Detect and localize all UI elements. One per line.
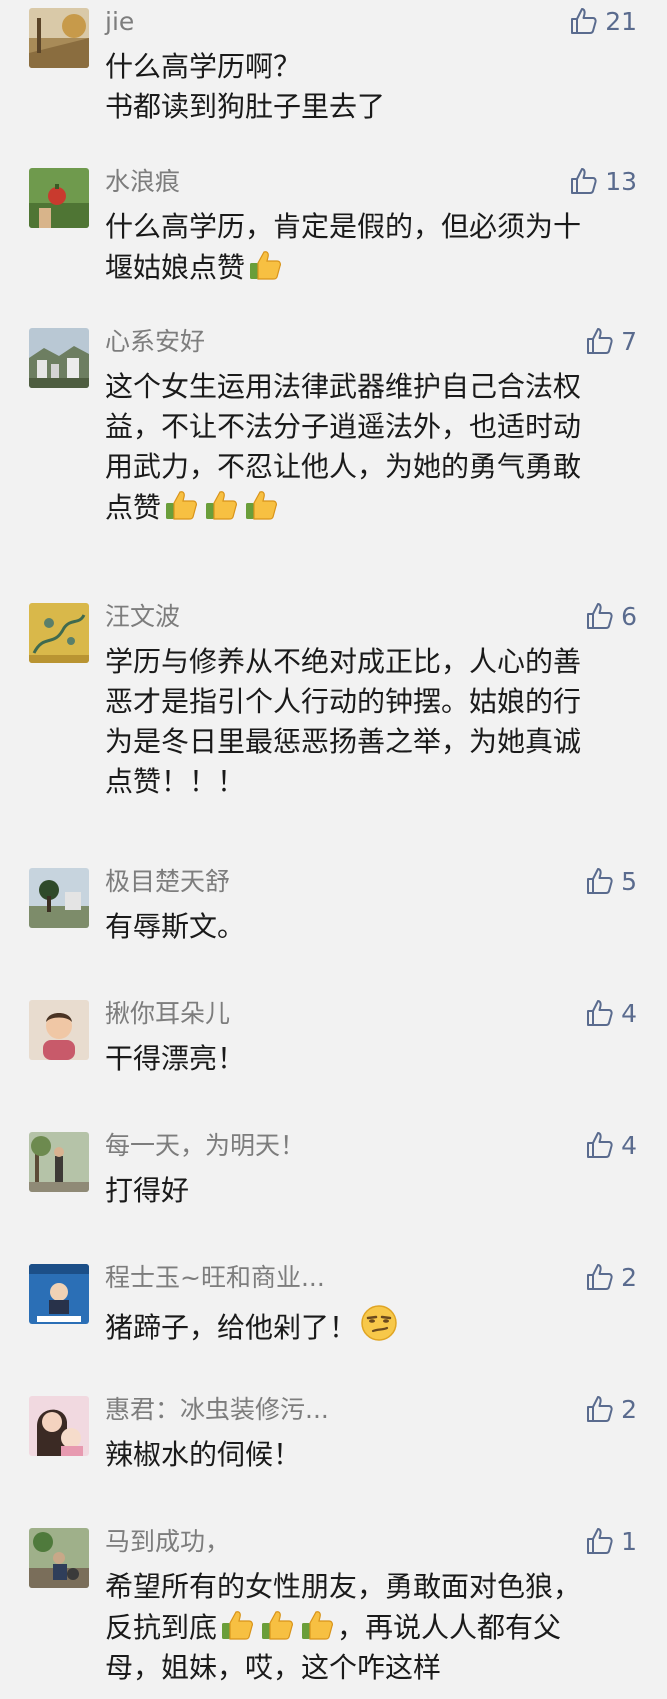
avatar[interactable] — [29, 1000, 89, 1060]
nickname[interactable]: 揪你耳朵儿 — [105, 998, 230, 1030]
like-button[interactable]: 7 — [585, 324, 637, 358]
comment-item: 汪文波 6 学历与修养从不绝对成正比，人心的善 恶才是指引个人行动的钟摆。姑娘的… — [0, 595, 667, 835]
comment-text: 什么高学历啊？ 书都读到狗肚子里去了 — [105, 47, 640, 127]
comment-line: 学历与修养从不绝对成正比，人心的善 — [105, 645, 582, 678]
comment-text: 希望所有的女性朋友，勇敢面对色狼， 反抗到底 ，再说人人都有父 母，姐妹，哎，这个… — [105, 1567, 640, 1688]
comment-line: 恶才是指引个人行动的钟摆。姑娘的行 — [105, 685, 582, 718]
nickname[interactable]: 极目楚天舒 — [105, 866, 230, 898]
like-count: 4 — [621, 998, 637, 1028]
comment-item: 揪你耳朵儿 4 干得漂亮！ — [0, 992, 667, 1112]
comment-text: 什么高学历，肯定是假的，但必须为十 堰姑娘点赞 — [105, 207, 640, 288]
comment-line: 堰姑娘点赞 — [105, 247, 640, 288]
comment-line: 希望所有的女性朋友，勇敢面对色狼， — [105, 1570, 582, 1603]
comment-line: 猪蹄子，给他剁了！ — [105, 1303, 640, 1348]
like-button[interactable]: 21 — [569, 4, 637, 38]
comment-line: 为是冬日里最惩恶扬善之举，为她真诚 — [105, 725, 582, 758]
like-count: 2 — [621, 1262, 637, 1292]
thumbs-up-emoji-icon — [206, 491, 237, 520]
nickname[interactable]: 水浪痕 — [105, 166, 180, 198]
thumbs-up-icon — [587, 1264, 613, 1290]
comment-line: 书都读到狗肚子里去了 — [105, 90, 386, 123]
comment-line: 什么高学历，肯定是假的，但必须为十 — [105, 210, 582, 243]
thumbs-up-icon — [587, 1000, 613, 1026]
avatar[interactable] — [29, 1396, 89, 1456]
thumbs-up-emoji-icon — [262, 1611, 293, 1640]
thumbs-up-icon — [587, 1396, 613, 1422]
thumbs-up-emoji-icon — [250, 251, 281, 280]
like-button[interactable]: 6 — [585, 599, 637, 633]
nickname[interactable]: 汪文波 — [105, 601, 180, 633]
nickname[interactable]: jie — [105, 6, 134, 38]
like-button[interactable]: 4 — [585, 1128, 637, 1162]
like-button[interactable]: 1 — [585, 1524, 637, 1558]
like-count: 5 — [621, 866, 637, 896]
avatar[interactable] — [29, 168, 89, 228]
comment-item: 心系安好 7 这个女生运用法律武器维护自己合法权 益，不让不法分子逍遥法外，也适… — [0, 320, 667, 560]
comment-line: 点赞 — [105, 487, 640, 528]
thumbs-up-icon — [587, 868, 613, 894]
like-count: 2 — [621, 1394, 637, 1424]
comment-text: 辣椒水的伺候！ — [105, 1435, 640, 1475]
comment-item: 水浪痕 13 什么高学历，肯定是假的，但必须为十 堰姑娘点赞 — [0, 160, 667, 320]
comment-text: 有辱斯文。 — [105, 907, 640, 947]
comment-item: 惠君：冰虫装修污... 2 辣椒水的伺候！ — [0, 1388, 667, 1508]
nickname[interactable]: 马到成功， — [105, 1526, 230, 1558]
like-count: 6 — [621, 601, 637, 631]
comment-list: jie 21 什么高学历啊？ 书都读到狗肚子里去了 水浪痕 13 什么高学历，肯… — [0, 0, 667, 1699]
nickname[interactable]: 惠君：冰虫装修污... — [105, 1394, 329, 1426]
comment-line: 辣椒水的伺候！ — [105, 1438, 302, 1471]
thumbs-up-icon — [587, 1132, 613, 1158]
like-button[interactable]: 13 — [569, 164, 637, 198]
thumbs-up-emoji-icon — [302, 1611, 333, 1640]
smirk-face-emoji-icon — [361, 1305, 397, 1341]
thumbs-up-icon — [587, 603, 613, 629]
avatar[interactable] — [29, 868, 89, 928]
comment-line: 用武力，不忍让他人，为她的勇气勇敢 — [105, 450, 582, 483]
comment-line: 母，姐妹，哎，这个咋这样 — [105, 1651, 442, 1684]
like-button[interactable]: 5 — [585, 864, 637, 898]
thumbs-up-emoji-icon — [246, 491, 277, 520]
comment-text: 学历与修养从不绝对成正比，人心的善 恶才是指引个人行动的钟摆。姑娘的行 为是冬日… — [105, 642, 640, 802]
comment-item: 每一天，为明天！ 4 打得好 — [0, 1124, 667, 1244]
comment-line: 有辱斯文。 — [105, 910, 246, 943]
nickname[interactable]: 心系安好 — [105, 326, 205, 358]
avatar[interactable] — [29, 603, 89, 663]
thumbs-up-emoji-icon — [166, 491, 197, 520]
comment-item: 程士玉~旺和商业... 2 猪蹄子，给他剁了！ — [0, 1256, 667, 1376]
comment-line: 点赞！！！ — [105, 765, 246, 798]
like-count: 21 — [605, 6, 637, 36]
comment-line: 反抗到底 ，再说人人都有父 — [105, 1607, 640, 1648]
comment-text: 干得漂亮！ — [105, 1039, 640, 1079]
comment-item: 极目楚天舒 5 有辱斯文。 — [0, 860, 667, 980]
avatar[interactable] — [29, 1132, 89, 1192]
like-button[interactable]: 2 — [585, 1392, 637, 1426]
like-count: 4 — [621, 1130, 637, 1160]
like-button[interactable]: 4 — [585, 996, 637, 1030]
nickname[interactable]: 程士玉~旺和商业... — [105, 1262, 325, 1294]
thumbs-up-icon — [587, 328, 613, 354]
comment-line: 这个女生运用法律武器维护自己合法权 — [105, 370, 582, 403]
comment-line: 什么高学历啊？ — [105, 50, 302, 83]
thumbs-up-icon — [571, 8, 597, 34]
avatar[interactable] — [29, 328, 89, 388]
like-button[interactable]: 2 — [585, 1260, 637, 1294]
comment-line: 干得漂亮！ — [105, 1042, 246, 1075]
nickname[interactable]: 每一天，为明天！ — [105, 1130, 305, 1162]
comment-line: 打得好 — [105, 1174, 190, 1207]
like-count: 13 — [605, 166, 637, 196]
thumbs-up-icon — [571, 168, 597, 194]
comment-line: 益，不让不法分子逍遥法外，也适时动 — [105, 410, 582, 443]
comment-text: 打得好 — [105, 1171, 640, 1211]
thumbs-up-icon — [587, 1528, 613, 1554]
comment-item: jie 21 什么高学历啊？ 书都读到狗肚子里去了 — [0, 0, 667, 160]
avatar[interactable] — [29, 8, 89, 68]
comment-item: 马到成功， 1 希望所有的女性朋友，勇敢面对色狼， 反抗到底 ，再说人人都有父 母… — [0, 1520, 667, 1699]
like-count: 7 — [621, 326, 637, 356]
avatar[interactable] — [29, 1264, 89, 1324]
comment-text: 这个女生运用法律武器维护自己合法权 益，不让不法分子逍遥法外，也适时动 用武力，… — [105, 367, 640, 528]
avatar[interactable] — [29, 1528, 89, 1588]
thumbs-up-emoji-icon — [222, 1611, 253, 1640]
like-count: 1 — [621, 1526, 637, 1556]
comment-text: 猪蹄子，给他剁了！ — [105, 1303, 640, 1348]
